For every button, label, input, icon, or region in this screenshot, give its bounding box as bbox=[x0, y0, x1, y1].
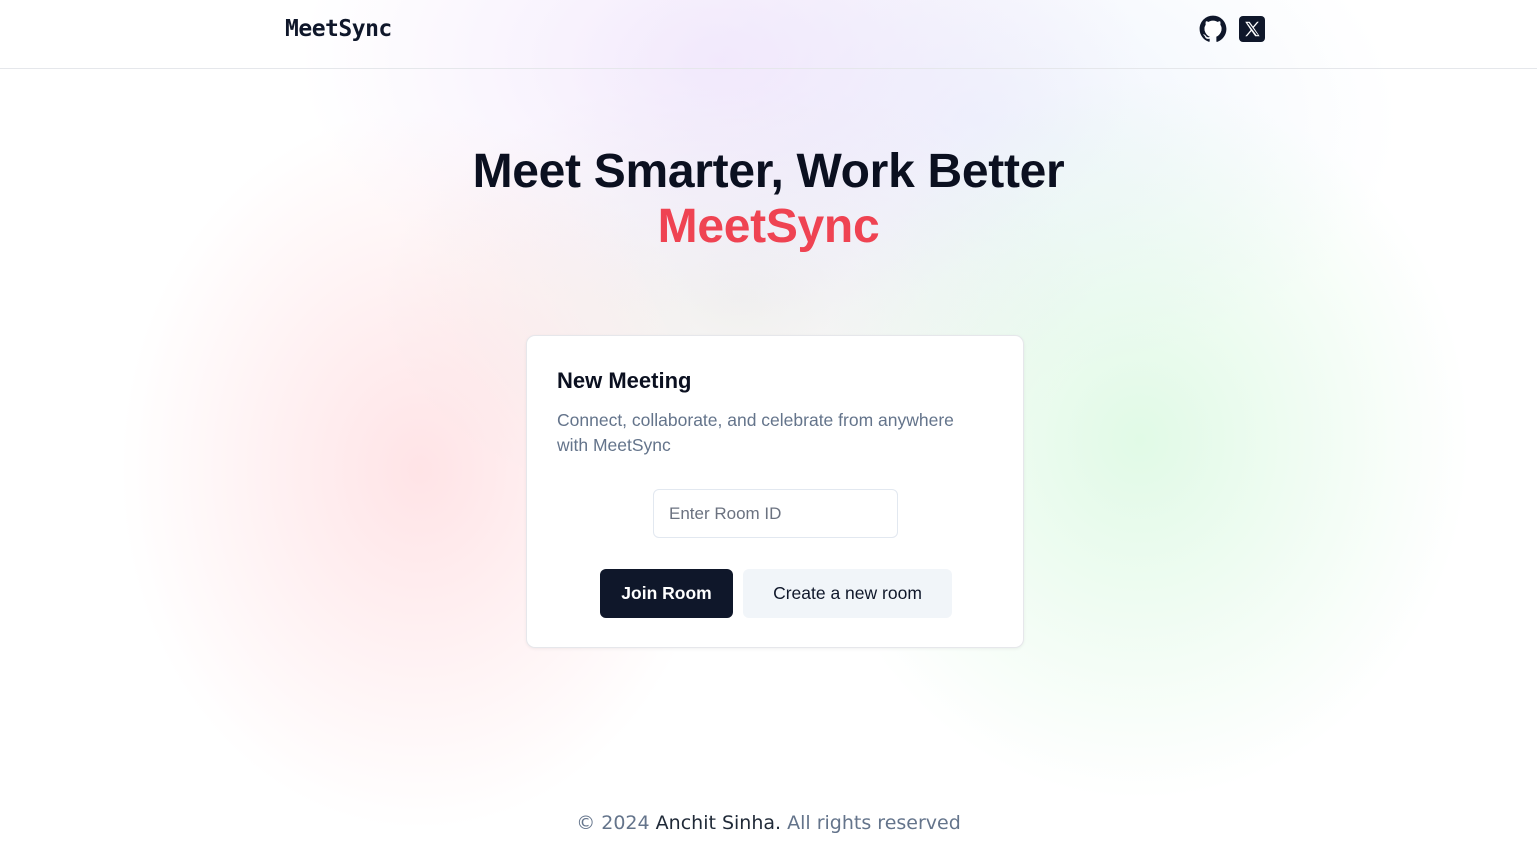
x-icon bbox=[1239, 16, 1265, 42]
card-description: Connect, collaborate, and celebrate from… bbox=[557, 410, 954, 455]
create-room-button[interactable]: Create a new room bbox=[743, 569, 952, 618]
footer-copyright: © 2024 bbox=[576, 812, 650, 834]
footer-rights: All rights reserved bbox=[787, 812, 961, 834]
card-title: New Meeting bbox=[557, 368, 692, 393]
room-id-input[interactable] bbox=[653, 489, 898, 538]
hero-heading: Meet Smarter, Work Better bbox=[472, 145, 1065, 198]
github-link[interactable] bbox=[1199, 15, 1227, 43]
app-logo[interactable]: MeetSync bbox=[285, 16, 392, 42]
join-room-button[interactable]: Join Room bbox=[600, 569, 733, 618]
new-meeting-card: New Meeting Connect, collaborate, and ce… bbox=[526, 335, 1024, 648]
github-icon bbox=[1199, 15, 1227, 42]
hero-brand-name: MeetSync bbox=[657, 200, 880, 253]
footer-author: Anchit Sinha. bbox=[655, 812, 782, 834]
footer: © 2024 Anchit Sinha. All rights reserved bbox=[0, 812, 1537, 834]
x-link[interactable] bbox=[1238, 15, 1266, 43]
top-navbar: MeetSync bbox=[0, 0, 1537, 69]
